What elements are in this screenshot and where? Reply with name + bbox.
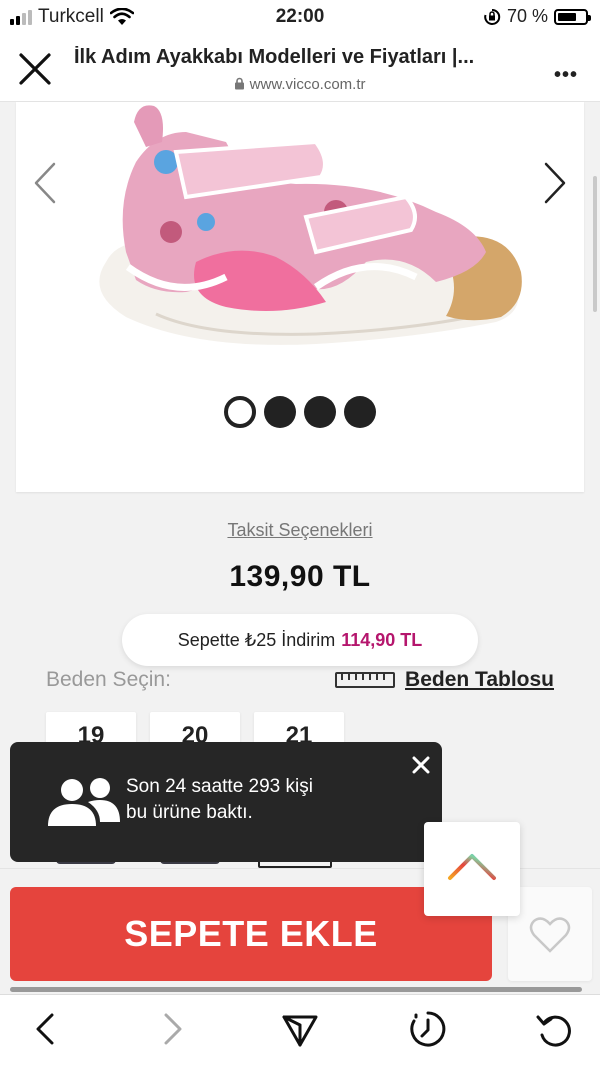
- lock-icon: [235, 77, 245, 90]
- ruler-icon: [335, 672, 396, 688]
- back-icon[interactable]: [26, 1009, 66, 1049]
- installment-options-link[interactable]: Taksit Seçenekleri: [0, 520, 600, 541]
- url-text: www.vicco.com.tr: [249, 76, 366, 93]
- rotation-lock-icon: [484, 8, 501, 25]
- vertical-scrollbar[interactable]: [593, 176, 597, 312]
- forward-icon[interactable]: [152, 1009, 192, 1049]
- views-toast: Son 24 saatte 293 kişi bu ürüne baktı.: [10, 742, 442, 862]
- chevron-right-icon[interactable]: [540, 160, 570, 206]
- pagination-dot-active[interactable]: [224, 396, 256, 428]
- page-url: www.vicco.com.tr: [0, 76, 600, 93]
- more-options-icon[interactable]: •••: [554, 64, 578, 87]
- product-gallery[interactable]: [16, 102, 584, 492]
- battery-icon: [554, 8, 591, 25]
- reload-icon[interactable]: [534, 1009, 574, 1049]
- scroll-to-top-button[interactable]: [424, 822, 520, 916]
- browser-nav-bar: [0, 994, 600, 1066]
- size-chart-label: Beden Tablosu: [405, 668, 554, 691]
- horizontal-scrollbar[interactable]: [10, 987, 582, 992]
- pagination-dot[interactable]: [264, 396, 296, 428]
- toast-line: Son 24 saatte 293 kişi: [126, 776, 313, 797]
- product-image: [99, 105, 522, 345]
- chevron-left-icon[interactable]: [30, 160, 60, 206]
- users-icon: [48, 778, 120, 826]
- add-to-cart-button[interactable]: SEPETE EKLE: [10, 887, 492, 981]
- status-bar: Turkcell 22:00 70 %: [0, 0, 600, 34]
- status-right: 70 %: [483, 6, 591, 27]
- discount-text: Sepette ₺25 İndirim: [177, 629, 336, 650]
- favorite-button[interactable]: [508, 887, 592, 981]
- size-select-label: Beden Seçin:: [46, 668, 171, 691]
- toast-message: Son 24 saatte 293 kişi bu ürüne baktı.: [126, 774, 313, 826]
- discounted-price: 114,90 TL: [341, 629, 423, 650]
- pagination-dot[interactable]: [304, 396, 336, 428]
- browser-header: İlk Adım Ayakkabı Modelleri ve Fiyatları…: [0, 34, 600, 102]
- toast-line: bu ürüne baktı.: [126, 802, 253, 823]
- heart-icon: [529, 917, 571, 953]
- product-price: 139,90 TL: [229, 560, 371, 593]
- battery-percent: 70 %: [506, 6, 548, 26]
- close-icon[interactable]: [410, 754, 432, 776]
- gallery-pagination: [16, 396, 584, 428]
- pagination-dot[interactable]: [344, 396, 376, 428]
- send-icon[interactable]: [280, 1009, 320, 1049]
- basket-discount-badge: Sepette ₺25 İndirim 114,90 TL: [122, 614, 478, 666]
- chevron-up-icon: [448, 854, 496, 880]
- page-title: İlk Adım Ayakkabı Modelleri ve Fiyatları…: [74, 46, 475, 68]
- size-chart-link[interactable]: Beden Tablosu: [335, 668, 554, 692]
- history-icon[interactable]: [408, 1009, 448, 1049]
